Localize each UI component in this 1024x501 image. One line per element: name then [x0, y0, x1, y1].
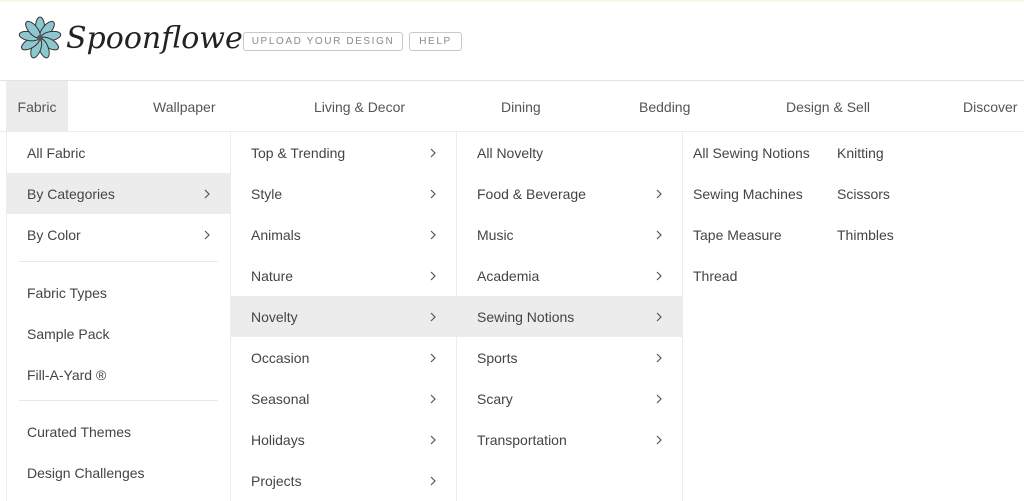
nav-item-fabric[interactable]: Fabric: [6, 81, 68, 132]
menu-item-label: Style: [251, 185, 283, 202]
menu-item-label: Music: [477, 226, 514, 243]
nav-item-wallpaper[interactable]: Wallpaper: [153, 81, 216, 132]
chevron-right-icon: [656, 435, 662, 444]
menu-item-music[interactable]: Music: [457, 214, 682, 255]
menu-item-label: Food & Beverage: [477, 185, 586, 202]
menu-item-by-color[interactable]: By Color: [7, 214, 230, 255]
chevron-right-icon: [430, 189, 436, 198]
menu-item-scary[interactable]: Scary: [457, 378, 682, 419]
menu-item-thread[interactable]: Thread: [693, 255, 737, 296]
menu-item-seasonal[interactable]: Seasonal: [231, 378, 456, 419]
menu-item-food-beverage[interactable]: Food & Beverage: [457, 173, 682, 214]
fabric-menu-column: All Fabric By Categories By Color Fabric…: [6, 132, 231, 501]
chevron-right-icon: [656, 230, 662, 239]
main-nav: Fabric Wallpaper Living & Decor Dining B…: [0, 80, 1024, 132]
chevron-right-icon: [430, 353, 436, 362]
menu-item-transportation[interactable]: Transportation: [457, 419, 682, 460]
menu-item-novelty[interactable]: Novelty: [231, 296, 456, 337]
chevron-right-icon: [656, 353, 662, 362]
menu-item-by-categories[interactable]: By Categories: [7, 173, 230, 214]
nav-item-bedding[interactable]: Bedding: [639, 81, 690, 132]
menu-item-projects[interactable]: Projects: [231, 460, 456, 501]
menu-item-curated-themes[interactable]: Curated Themes: [7, 411, 230, 452]
chevron-right-icon: [656, 271, 662, 280]
menu-item-all-fabric[interactable]: All Fabric: [7, 132, 230, 173]
menu-item-label: Scary: [477, 390, 513, 407]
menu-item-thimbles[interactable]: Thimbles: [837, 214, 894, 255]
chevron-right-icon: [430, 312, 436, 321]
menu-item-animals[interactable]: Animals: [231, 214, 456, 255]
menu-item-label: Curated Themes: [27, 423, 132, 440]
help-button[interactable]: HELP: [409, 32, 462, 51]
chevron-right-icon: [656, 189, 662, 198]
menu-item-label: By Color: [27, 226, 81, 243]
menu-item-fabric-types[interactable]: Fabric Types: [7, 272, 230, 313]
menu-item-design-challenges[interactable]: Design Challenges: [7, 452, 230, 493]
chevron-right-icon: [204, 230, 210, 239]
menu-item-label: By Categories: [27, 185, 115, 202]
upload-design-button[interactable]: UPLOAD YOUR DESIGN: [243, 32, 403, 51]
menu-item-label: Seasonal: [251, 390, 310, 407]
nav-item-design-sell[interactable]: Design & Sell: [786, 81, 870, 132]
nav-item-discover[interactable]: Discover: [963, 81, 1017, 132]
menu-item-label: Holidays: [251, 431, 305, 448]
menu-item-all-sewing-notions[interactable]: All Sewing Notions: [693, 132, 810, 173]
chevron-right-icon: [204, 189, 210, 198]
chevron-right-icon: [430, 148, 436, 157]
site-header: Spoonflower UPLOAD YOUR DESIGN HELP: [0, 2, 1024, 80]
menu-item-label: Nature: [251, 267, 294, 284]
menu-item-academia[interactable]: Academia: [457, 255, 682, 296]
menu-item-label: Design Challenges: [27, 464, 145, 481]
menu-item-sewing-machines[interactable]: Sewing Machines: [693, 173, 803, 214]
menu-item-knitting[interactable]: Knitting: [837, 132, 884, 173]
flower-logo-icon: [18, 16, 62, 59]
menu-item-label: Sewing Notions: [477, 308, 575, 325]
logo-text: Spoonflower: [66, 20, 258, 56]
menu-item-label: Sample Pack: [27, 325, 110, 342]
menu-item-all-novelty[interactable]: All Novelty: [457, 132, 682, 173]
menu-item-tape-measure[interactable]: Tape Measure: [693, 214, 782, 255]
menu-item-sewing-notions[interactable]: Sewing Notions: [457, 296, 682, 337]
menu-item-occasion[interactable]: Occasion: [231, 337, 456, 378]
menu-item-label: Occasion: [251, 349, 310, 366]
menu-item-top-trending[interactable]: Top & Trending: [231, 132, 456, 173]
menu-item-style[interactable]: Style: [231, 173, 456, 214]
logo[interactable]: Spoonflower: [18, 16, 257, 60]
menu-item-label: Top & Trending: [251, 144, 346, 161]
chevron-right-icon: [430, 435, 436, 444]
menu-item-label: All Novelty: [477, 144, 544, 161]
menu-item-label: All Fabric: [27, 144, 86, 161]
novelty-menu-column: All Novelty Food & Beverage Music Academ…: [457, 132, 683, 501]
chevron-right-icon: [656, 312, 662, 321]
sewing-notions-menu-column: All Sewing Notions Knitting Sewing Machi…: [683, 132, 1024, 501]
nav-item-living-decor[interactable]: Living & Decor: [314, 81, 405, 132]
menu-item-sample-pack[interactable]: Sample Pack: [7, 313, 230, 354]
menu-item-sports[interactable]: Sports: [457, 337, 682, 378]
menu-item-nature[interactable]: Nature: [231, 255, 456, 296]
chevron-right-icon: [656, 394, 662, 403]
menu-item-holidays[interactable]: Holidays: [231, 419, 456, 460]
chevron-right-icon: [430, 476, 436, 485]
chevron-right-icon: [430, 271, 436, 280]
nav-item-dining[interactable]: Dining: [501, 81, 541, 132]
menu-item-label: Fabric Types: [27, 284, 107, 301]
menu-divider: [19, 261, 218, 262]
menu-item-label: Sports: [477, 349, 518, 366]
menu-item-fill-a-yard[interactable]: Fill-A-Yard ®: [7, 354, 230, 395]
chevron-right-icon: [430, 230, 436, 239]
menu-item-label: Novelty: [251, 308, 298, 325]
menu-item-label: Fill-A-Yard ®: [27, 366, 107, 383]
menu-item-label: Academia: [477, 267, 540, 284]
menu-item-label: Transportation: [477, 431, 567, 448]
menu-item-label: Projects: [251, 472, 302, 489]
menu-divider: [19, 400, 218, 401]
menu-item-scissors[interactable]: Scissors: [837, 173, 890, 214]
menu-item-label: Animals: [251, 226, 301, 243]
categories-menu-column: Top & Trending Style Animals Nature Nove…: [231, 132, 457, 501]
chevron-right-icon: [430, 394, 436, 403]
